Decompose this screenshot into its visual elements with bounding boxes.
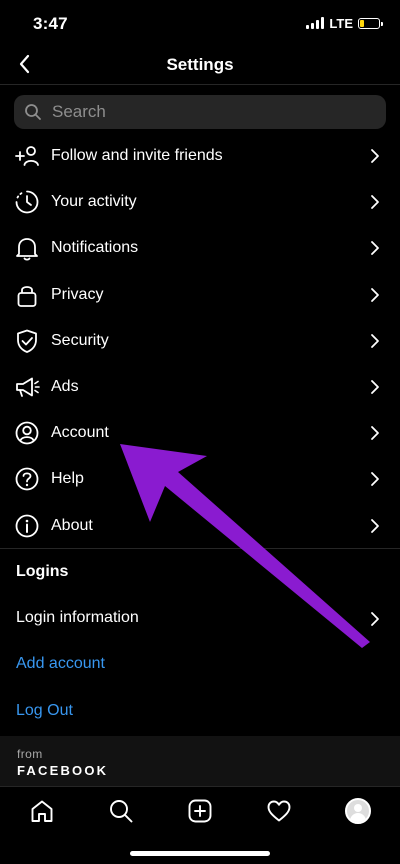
status-time: 3:47 (33, 14, 68, 33)
battery-icon (358, 17, 383, 29)
nav-bar: Settings (0, 46, 400, 84)
home-icon (31, 800, 53, 822)
login-information-label: Login information (16, 609, 139, 626)
menu-item-follow-invite[interactable]: Follow and invite friends (0, 133, 400, 179)
menu-item-label: Notifications (51, 239, 139, 257)
chevron-right-icon (371, 287, 379, 302)
tab-home[interactable] (27, 796, 57, 826)
new-post-icon (188, 799, 212, 823)
activity-clock-icon (14, 189, 40, 215)
lock-icon (14, 282, 40, 308)
tab-profile[interactable] (343, 796, 373, 826)
chevron-right-icon (371, 241, 379, 256)
home-indicator (130, 851, 270, 856)
add-account-link[interactable]: Add account (16, 655, 105, 673)
search-icon (25, 104, 41, 120)
menu-item-privacy[interactable]: Privacy (0, 272, 400, 318)
chevron-right-icon (371, 426, 379, 441)
facebook-brand: FACEBOOK (17, 763, 109, 778)
status-indicators: LTE (306, 15, 383, 31)
logins-heading: Logins (16, 563, 69, 580)
profile-avatar (345, 798, 371, 824)
menu-item-label: About (51, 516, 93, 534)
chevron-right-icon (371, 612, 379, 626)
user-circle-icon (14, 420, 40, 446)
chevron-right-icon (371, 149, 379, 163)
menu-item-label: Account (51, 424, 109, 442)
chevron-right-icon (371, 518, 379, 533)
menu-item-label: Privacy (51, 285, 104, 303)
page-title: Settings (166, 55, 234, 74)
info-icon (14, 513, 40, 539)
add-person-icon (14, 143, 40, 169)
menu-item-label: Ads (51, 378, 79, 396)
search-icon (110, 800, 133, 823)
network-type: LTE (329, 15, 353, 31)
menu-item-notifications[interactable]: Notifications (0, 225, 400, 271)
help-icon (14, 466, 40, 492)
chevron-right-icon (371, 195, 379, 210)
tab-activity[interactable] (264, 796, 294, 826)
menu-item-label: Security (51, 331, 109, 349)
status-bar: 3:47 LTE (0, 0, 400, 46)
shield-icon (14, 328, 40, 354)
login-information-row[interactable]: Login information (0, 596, 400, 642)
footer: from FACEBOOK (0, 736, 400, 786)
tab-search[interactable] (106, 796, 136, 826)
menu-item-label: Follow and invite friends (51, 147, 223, 165)
menu-item-your-activity[interactable]: Your activity (0, 179, 400, 225)
chevron-right-icon (371, 472, 379, 487)
chevron-right-icon (371, 333, 379, 348)
search-input[interactable] (50, 101, 354, 123)
section-divider (0, 548, 400, 549)
tab-new-post[interactable] (185, 796, 215, 826)
nav-divider (0, 84, 400, 85)
bell-icon (14, 235, 40, 261)
menu-item-label: Your activity (51, 193, 137, 211)
menu-item-label: Help (51, 470, 84, 488)
megaphone-icon (14, 374, 40, 400)
heart-icon (267, 800, 291, 822)
settings-menu: Follow and invite friends Your activity … (0, 133, 400, 549)
log-out-link[interactable]: Log Out (16, 702, 73, 720)
search-bar[interactable] (14, 95, 386, 129)
footer-from: from (17, 747, 43, 761)
signal-icon (306, 17, 325, 29)
menu-item-about[interactable]: About (0, 503, 400, 549)
menu-item-security[interactable]: Security (0, 318, 400, 364)
chevron-right-icon (371, 380, 379, 394)
menu-item-account[interactable]: Account (0, 410, 400, 456)
menu-item-ads[interactable]: Ads (0, 364, 400, 410)
menu-item-help[interactable]: Help (0, 456, 400, 502)
